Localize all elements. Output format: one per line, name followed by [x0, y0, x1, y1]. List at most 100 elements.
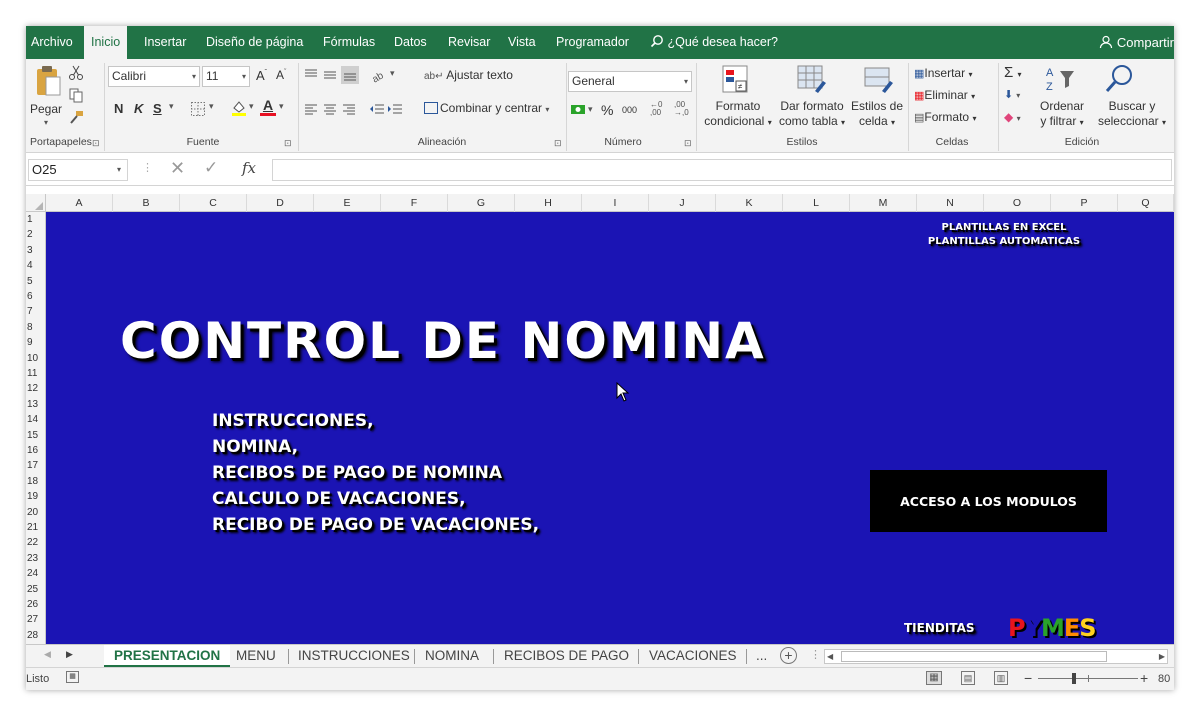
- row-header-6[interactable]: 6: [26, 289, 46, 304]
- macro-record-icon[interactable]: ▦: [66, 671, 79, 683]
- row-header-27[interactable]: 27: [26, 612, 46, 627]
- sheet-tab-recibos-pago[interactable]: RECIBOS DE PAGO: [504, 645, 629, 667]
- row-header-14[interactable]: 14: [26, 412, 46, 427]
- row-header-10[interactable]: 10: [26, 351, 46, 366]
- paste-button[interactable]: Pegar ▾: [30, 65, 66, 127]
- scroll-left-icon[interactable]: ◀: [827, 650, 833, 663]
- align-right-icon[interactable]: [341, 101, 357, 117]
- cancel-icon[interactable]: ✕: [170, 158, 185, 179]
- fill-icon[interactable]: ⬇ ▾: [1004, 88, 1020, 101]
- select-all-corner[interactable]: [26, 194, 46, 212]
- dialog-launcher-icon[interactable]: ⊡: [92, 138, 100, 149]
- dialog-launcher-icon[interactable]: ⊡: [284, 138, 292, 149]
- access-modules-button[interactable]: ACCESO A LOS MODULOS: [870, 470, 1107, 532]
- delete-cells-button[interactable]: ▦Eliminar ▾: [914, 88, 975, 102]
- decrease-decimal-button[interactable]: ,00 →,0: [674, 101, 689, 117]
- sheet-tab-vacaciones[interactable]: VACACIONES: [649, 645, 737, 667]
- formula-input[interactable]: [272, 159, 1172, 181]
- row-header-7[interactable]: 7: [26, 304, 46, 319]
- row-header-1[interactable]: 1: [26, 212, 46, 227]
- underline-button[interactable]: S: [153, 101, 162, 116]
- enter-icon[interactable]: ✓: [204, 158, 218, 178]
- column-header-m[interactable]: M: [850, 194, 917, 212]
- italic-button[interactable]: K: [134, 101, 143, 116]
- row-header-18[interactable]: 18: [26, 474, 46, 489]
- column-header-b[interactable]: B: [113, 194, 180, 212]
- tab-inicio[interactable]: Inicio: [84, 26, 128, 59]
- merge-center-button[interactable]: Combinar y centrar ▾: [424, 101, 549, 115]
- tab-split-grip-icon[interactable]: ⋮: [810, 648, 821, 661]
- zoom-level[interactable]: 80: [1158, 673, 1170, 685]
- share-button[interactable]: Compartir: [1099, 26, 1174, 59]
- tab-diseno-pagina[interactable]: Diseño de página: [206, 26, 303, 59]
- format-as-table-button[interactable]: Dar formato como tabla ▾: [774, 99, 850, 130]
- horizontal-scrollbar[interactable]: ◀ ▶: [824, 649, 1168, 664]
- align-middle-icon[interactable]: [322, 67, 338, 83]
- tab-formulas[interactable]: Fórmulas: [323, 26, 375, 59]
- column-header-i[interactable]: I: [582, 194, 649, 212]
- align-bottom-icon[interactable]: [341, 66, 359, 84]
- row-header-11[interactable]: 11: [26, 366, 46, 381]
- normal-view-icon[interactable]: ▦: [926, 671, 942, 685]
- copy-icon[interactable]: [68, 87, 84, 103]
- conditional-format-icon[interactable]: ≠: [720, 63, 752, 95]
- row-header-4[interactable]: 4: [26, 258, 46, 273]
- bold-button[interactable]: N: [114, 101, 123, 116]
- row-header-12[interactable]: 12: [26, 381, 46, 396]
- shrink-font-button[interactable]: Aˇ: [276, 68, 286, 82]
- row-header-13[interactable]: 13: [26, 397, 46, 412]
- row-header-3[interactable]: 3: [26, 243, 46, 258]
- row-header-20[interactable]: 20: [26, 505, 46, 520]
- conditional-format-button[interactable]: Formato condicional ▾: [700, 99, 776, 130]
- column-header-k[interactable]: K: [716, 194, 783, 212]
- row-header-15[interactable]: 15: [26, 428, 46, 443]
- row-header-24[interactable]: 24: [26, 566, 46, 581]
- name-box[interactable]: O25 ▾: [28, 159, 128, 181]
- column-header-c[interactable]: C: [180, 194, 247, 212]
- scroll-right-icon[interactable]: ▶: [66, 649, 73, 660]
- tab-insertar[interactable]: Insertar: [144, 26, 186, 59]
- sheet-tab-presentacion[interactable]: PRESENTACION: [104, 645, 231, 667]
- row-header-19[interactable]: 19: [26, 489, 46, 504]
- format-as-table-icon[interactable]: [795, 63, 827, 95]
- percent-button[interactable]: %: [601, 102, 613, 118]
- scroll-right-icon[interactable]: ▶: [1159, 650, 1165, 663]
- column-header-o[interactable]: O: [984, 194, 1051, 212]
- chevron-down-icon[interactable]: ▾: [169, 101, 174, 112]
- column-header-d[interactable]: D: [247, 194, 314, 212]
- column-header-f[interactable]: F: [381, 194, 448, 212]
- accounting-format-icon[interactable]: [570, 102, 588, 118]
- number-format-select[interactable]: General ▾: [568, 71, 692, 92]
- font-color-icon[interactable]: A: [260, 98, 276, 116]
- sheet-tab-nomina[interactable]: NOMINA: [425, 645, 479, 667]
- column-header-p[interactable]: P: [1051, 194, 1118, 212]
- zoom-in-icon[interactable]: +: [1140, 670, 1148, 686]
- clear-icon[interactable]: ◆ ▾: [1004, 110, 1021, 124]
- row-header-16[interactable]: 16: [26, 443, 46, 458]
- font-name-select[interactable]: Calibri ▾: [108, 66, 200, 87]
- decrease-indent-icon[interactable]: [369, 101, 385, 117]
- column-header-l[interactable]: L: [783, 194, 850, 212]
- find-select-button[interactable]: Buscar y seleccionar ▾: [1092, 99, 1172, 130]
- add-sheet-icon[interactable]: +: [780, 647, 797, 664]
- align-center-icon[interactable]: [322, 101, 338, 117]
- sheet-tab-more[interactable]: ...: [756, 645, 767, 667]
- row-header-9[interactable]: 9: [26, 335, 46, 350]
- row-header-17[interactable]: 17: [26, 458, 46, 473]
- column-header-h[interactable]: H: [515, 194, 582, 212]
- row-header-22[interactable]: 22: [26, 535, 46, 550]
- cut-icon[interactable]: [68, 65, 84, 81]
- chevron-down-icon[interactable]: ▾: [588, 104, 593, 115]
- cell-styles-button[interactable]: Estilos de celda ▾: [848, 99, 906, 130]
- sheet-canvas[interactable]: PLANTILLAS EN EXCEL PLANTILLAS AUTOMATIC…: [46, 212, 1174, 644]
- column-header-e[interactable]: E: [314, 194, 381, 212]
- cell-styles-icon[interactable]: [862, 63, 894, 95]
- font-size-select[interactable]: 11 ▾: [202, 66, 250, 87]
- grow-font-button[interactable]: Aˆ: [256, 68, 267, 83]
- tab-datos[interactable]: Datos: [394, 26, 427, 59]
- row-header-8[interactable]: 8: [26, 320, 46, 335]
- page-break-view-icon[interactable]: ▥: [994, 671, 1008, 685]
- thousands-button[interactable]: 000: [622, 105, 637, 115]
- chevron-down-icon[interactable]: ▾: [209, 101, 214, 112]
- dialog-launcher-icon[interactable]: ⊡: [554, 138, 562, 149]
